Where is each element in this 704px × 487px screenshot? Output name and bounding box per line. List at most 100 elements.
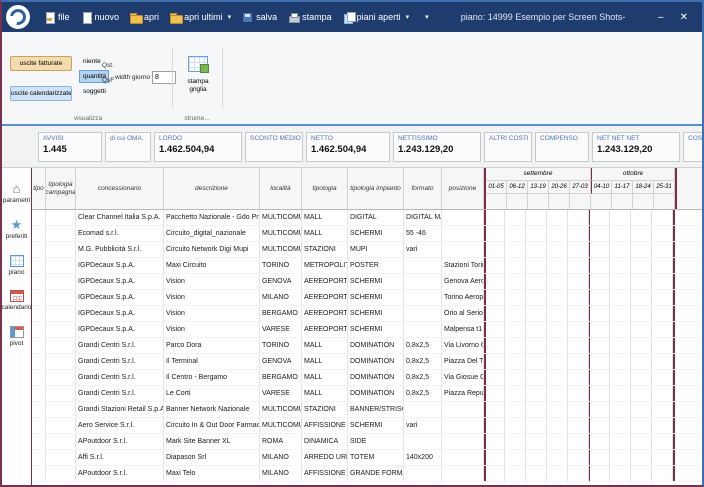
calendar-cell[interactable] xyxy=(631,466,652,481)
calendar-cell[interactable] xyxy=(505,274,526,289)
calendar-cell[interactable] xyxy=(631,418,652,433)
calendar-cell[interactable] xyxy=(568,338,589,353)
calendar-cell[interactable] xyxy=(484,242,505,257)
calendar-cell[interactable] xyxy=(484,258,505,273)
calendar-cell[interactable] xyxy=(652,322,673,337)
calendar-cell[interactable] xyxy=(484,386,505,401)
menu-more[interactable] xyxy=(415,6,434,28)
week-header[interactable]: 25-31 xyxy=(654,181,675,194)
table-row[interactable]: Grandi Stazioni Retail S.p.A.Banner Netw… xyxy=(32,402,702,418)
week-header[interactable]: 13-19 xyxy=(528,181,549,194)
calendar-cell[interactable] xyxy=(547,450,568,465)
calendar-cell[interactable] xyxy=(526,386,547,401)
week-header[interactable]: 01-05 xyxy=(486,181,507,194)
calendar-cell[interactable] xyxy=(526,418,547,433)
calendar-cell[interactable] xyxy=(610,338,631,353)
calendar-cell[interactable] xyxy=(547,274,568,289)
uscite-calendarizzate-button[interactable]: uscite calendarizzate xyxy=(10,86,72,101)
calendar-cell[interactable] xyxy=(589,306,610,321)
column-header-tipo[interactable]: tipo xyxy=(32,168,46,209)
calendar-cell[interactable] xyxy=(589,210,610,225)
calendar-cell[interactable] xyxy=(568,450,589,465)
calendar-cell[interactable] xyxy=(484,370,505,385)
calendar-cell[interactable] xyxy=(547,322,568,337)
calendar-cell[interactable] xyxy=(547,338,568,353)
calendar-cell[interactable] xyxy=(631,434,652,449)
calendar-cell[interactable] xyxy=(526,226,547,241)
calendar-cell[interactable] xyxy=(652,306,673,321)
calendar-cell[interactable] xyxy=(652,418,673,433)
table-row[interactable]: IGPDecaux S.p.A.VisionGENOVAAEREOPORTISC… xyxy=(32,274,702,290)
calendar-cell[interactable] xyxy=(610,274,631,289)
calendar-cell[interactable] xyxy=(484,306,505,321)
table-row[interactable]: Grandi Centri S.r.l.Il Centro - BergamoB… xyxy=(32,370,702,386)
calendar-cell[interactable] xyxy=(589,386,610,401)
table-row[interactable]: Affi S.r.l.Diapason SrlMILANOARREDO URBA… xyxy=(32,450,702,466)
menu-piani-aperti[interactable]: piani aperti xyxy=(338,6,415,28)
calendar-cell[interactable] xyxy=(484,418,505,433)
table-row[interactable]: M.G. Pubblicità S.r.l.Circuito Network D… xyxy=(32,242,702,258)
stampa-griglia-button[interactable]: stampa griglia xyxy=(178,56,218,94)
calendar-cell[interactable] xyxy=(505,226,526,241)
calendar-cell[interactable] xyxy=(610,290,631,305)
calendar-cell[interactable] xyxy=(631,242,652,257)
calendar-cell[interactable] xyxy=(568,466,589,481)
sidebar-item-preferiti[interactable]: ★ preferiti xyxy=(2,218,32,240)
calendar-cell[interactable] xyxy=(631,210,652,225)
calendar-cell[interactable] xyxy=(484,226,505,241)
calendar-cell[interactable] xyxy=(631,290,652,305)
table-row[interactable]: Grandi Centri S.r.l.Le CortiVARESEMALLDO… xyxy=(32,386,702,402)
calendar-cell[interactable] xyxy=(547,386,568,401)
calendar-cell[interactable] xyxy=(505,418,526,433)
calendar-cell[interactable] xyxy=(652,434,673,449)
table-row[interactable]: Grandi Centri S.r.l.Parco DoraTORINOMALL… xyxy=(32,338,702,354)
calendar-cell[interactable] xyxy=(589,434,610,449)
table-row[interactable]: Ecomad s.r.l.Circuito_digital_nazionaleM… xyxy=(32,226,702,242)
calendar-cell[interactable] xyxy=(631,402,652,417)
calendar-cell[interactable] xyxy=(589,418,610,433)
calendar-cell[interactable] xyxy=(526,450,547,465)
calendar-cell[interactable] xyxy=(547,466,568,481)
calendar-cell[interactable] xyxy=(568,434,589,449)
calendar-cell[interactable] xyxy=(631,354,652,369)
calendar-cell[interactable] xyxy=(505,402,526,417)
week-header[interactable]: 06-12 xyxy=(507,181,528,194)
calendar-cell[interactable] xyxy=(652,386,673,401)
menu-salva[interactable]: salva xyxy=(237,6,282,28)
calendar-cell[interactable] xyxy=(505,210,526,225)
calendar-cell[interactable] xyxy=(547,290,568,305)
calendar-cell[interactable] xyxy=(568,226,589,241)
uscite-fatturate-button[interactable]: uscite fatturate xyxy=(10,56,72,71)
table-row[interactable]: Clear Channel Italia S.p.A.Pacchetto Naz… xyxy=(32,210,702,226)
calendar-cell[interactable] xyxy=(526,434,547,449)
calendar-cell[interactable] xyxy=(610,306,631,321)
calendar-cell[interactable] xyxy=(589,258,610,273)
calendar-cell[interactable] xyxy=(652,466,673,481)
calendar-cell[interactable] xyxy=(652,338,673,353)
calendar-cell[interactable] xyxy=(631,338,652,353)
calendar-cell[interactable] xyxy=(652,402,673,417)
calendar-cell[interactable] xyxy=(526,370,547,385)
table-row[interactable]: Grandi Centri S.r.l.Il TerminalGENOVAMAL… xyxy=(32,354,702,370)
calendar-cell[interactable] xyxy=(652,450,673,465)
table-row[interactable]: IGPDecaux S.p.A.VisionVARESEAEREOPORTISC… xyxy=(32,322,702,338)
calendar-cell[interactable] xyxy=(652,370,673,385)
calendar-cell[interactable] xyxy=(526,402,547,417)
calendar-cell[interactable] xyxy=(589,322,610,337)
calendar-cell[interactable] xyxy=(568,290,589,305)
column-header-tipologia-campagna[interactable]: tipologia campagna xyxy=(46,168,76,209)
calendar-cell[interactable] xyxy=(610,226,631,241)
sidebar-item-piano[interactable]: piano xyxy=(2,255,32,276)
calendar-cell[interactable] xyxy=(610,354,631,369)
calendar-cell[interactable] xyxy=(505,242,526,257)
calendar-cell[interactable] xyxy=(484,322,505,337)
column-header-concessionario[interactable]: concessionario xyxy=(76,168,164,209)
calendar-cell[interactable] xyxy=(547,242,568,257)
calendar-cell[interactable] xyxy=(631,258,652,273)
calendar-cell[interactable] xyxy=(568,274,589,289)
calendar-cell[interactable] xyxy=(610,242,631,257)
calendar-cell[interactable] xyxy=(547,370,568,385)
week-header[interactable]: 04-10 xyxy=(591,181,612,194)
column-header-posizione[interactable]: posizione xyxy=(442,168,484,209)
table-row[interactable]: APoutdoor S.r.l.Maxi TeloMILANOAFFISSION… xyxy=(32,466,702,482)
